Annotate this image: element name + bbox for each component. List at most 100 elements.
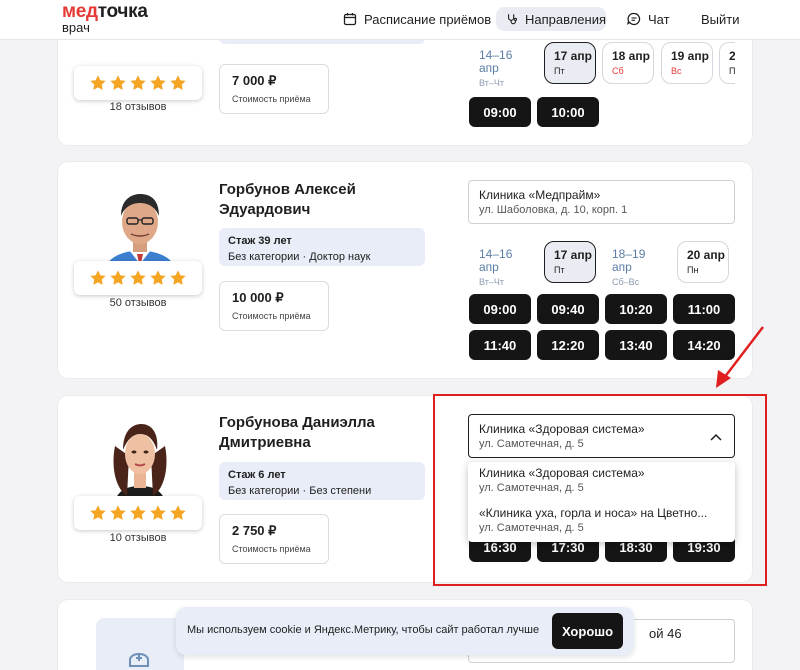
nav-chat-label: Чат (648, 11, 670, 27)
doctor-avatar-icon (129, 653, 149, 667)
doctor-name-line-2: Эдуардович (219, 201, 311, 218)
weekday-label: Вт–Чт (479, 277, 504, 287)
price-box: 7 000 ₽ Стоимость приёма (219, 64, 329, 114)
star-icon (170, 270, 186, 285)
clinic-name: Клиника «Медпрайм» (479, 188, 601, 202)
star-icon (90, 270, 106, 285)
reviews-count[interactable]: 18 отзывов (74, 101, 202, 113)
date-label: 20 апр (687, 248, 725, 262)
date-button[interactable]: 2 П (719, 42, 735, 84)
chat-icon (627, 12, 641, 26)
rating-stars (74, 496, 202, 530)
clinic-address: ул. Шаболовка, д. 10, корп. 1 (479, 204, 628, 216)
star-icon (90, 75, 106, 90)
nav-chat[interactable]: Чат (627, 7, 670, 31)
cookie-accept-button[interactable]: Хорошо (552, 613, 623, 649)
star-icon (110, 270, 126, 285)
weekday-label: Сб–Вс (612, 277, 640, 287)
nav-schedule[interactable]: Расписание приёмов (343, 7, 491, 31)
star-icon (130, 75, 146, 90)
nav-logout-label: Выйти (701, 11, 740, 27)
time-slot[interactable]: 10:00 (537, 97, 599, 127)
star-icon (110, 75, 126, 90)
weekday-label: П (729, 66, 735, 76)
time-slot[interactable]: 09:00 (469, 97, 531, 127)
date-range-button[interactable]: 14–16 апр Вт–Чт (470, 241, 522, 288)
price-value: 7 000 ₽ (232, 73, 277, 88)
experience-box: Стаж 39 лет Без категории · Доктор наук (219, 228, 425, 266)
weekday-label: Пт (554, 265, 565, 275)
time-slot[interactable]: 09:00 (469, 294, 531, 324)
cookie-text: Мы используем cookie и Яндекс.Метрику, ч… (187, 624, 540, 636)
doctor-photo (93, 416, 188, 506)
experience-box: Стаж 6 лет Без категории · Без степени (219, 462, 425, 500)
doctor-name-line-1: Горбунов Алексей (219, 181, 356, 198)
weekday-label: Вт–Чт (479, 78, 504, 88)
date-label: 19 апр (671, 49, 709, 63)
price-box: 10 000 ₽ Стоимость приёма (219, 281, 329, 331)
star-icon (150, 270, 166, 285)
date-range-button[interactable]: 14–16 апр Вт–Чт (470, 42, 522, 89)
date-button[interactable]: 18 апр Сб (602, 42, 654, 84)
price-value: 2 750 ₽ (232, 523, 277, 538)
weekday-label: Пт (554, 66, 565, 76)
cookie-banner: Мы используем cookie и Яндекс.Метрику, ч… (176, 607, 634, 655)
reviews-count[interactable]: 10 отзывов (74, 532, 202, 544)
date-button[interactable]: 19 апр Вс (661, 42, 713, 84)
time-slot[interactable]: 11:40 (469, 330, 531, 360)
date-button-selected[interactable]: 17 апр Пт (544, 42, 596, 84)
doctor-photo-placeholder (96, 618, 184, 670)
date-label: 2 (729, 50, 735, 63)
weekday-label: Сб (612, 66, 624, 76)
date-button-selected[interactable]: 17 апр Пт (544, 241, 596, 283)
time-slot[interactable]: 12:20 (537, 330, 599, 360)
date-label: 14–16 апр (479, 247, 513, 274)
star-icon (130, 270, 146, 285)
rating-stars (74, 66, 202, 100)
star-icon (170, 505, 186, 520)
annotation-highlight-box (433, 394, 767, 586)
date-label: 18–19 апр (612, 247, 646, 274)
price-label: Стоимость приёма (232, 94, 311, 104)
date-button[interactable]: 20 апр Пн (677, 241, 729, 283)
experience-label: Стаж 6 лет (228, 469, 286, 481)
nav-logout[interactable]: Выйти (701, 7, 740, 31)
nav-schedule-label: Расписание приёмов (364, 11, 492, 27)
time-slot[interactable]: 10:20 (605, 294, 667, 324)
price-box: 2 750 ₽ Стоимость приёма (219, 514, 329, 564)
price-value: 10 000 ₽ (232, 290, 284, 305)
reviews-count[interactable]: 50 отзывов (74, 297, 202, 309)
rating-stars (74, 261, 202, 295)
star-icon (130, 505, 146, 520)
logo-part-2: точка (97, 1, 148, 22)
clinic-select[interactable]: Клиника «Медпрайм» ул. Шаболовка, д. 10,… (468, 180, 735, 224)
price-label: Стоимость приёма (232, 311, 311, 321)
weekday-label: Вс (671, 66, 682, 76)
category-label: Без категории · Без степени (228, 485, 372, 497)
category-label: Без категории · Доктор наук (228, 251, 371, 263)
doctor-name[interactable]: Горбунов Алексей Эдуардович (219, 180, 429, 220)
clinic-name-partial: ой 46 (649, 626, 682, 641)
nav-directions[interactable]: Направления (496, 7, 606, 31)
star-icon (170, 75, 186, 90)
date-label: 17 апр (554, 248, 592, 262)
star-icon (150, 75, 166, 90)
stethoscope-icon (508, 14, 518, 25)
doctor-name[interactable]: Горбунова Даниэлла Дмитриевна (219, 413, 429, 453)
star-icon (150, 505, 166, 520)
date-label: 14–16 апр (479, 48, 513, 75)
calendar-icon (343, 13, 357, 26)
doctor-card-2: 50 отзывов Горбунов Алексей Эдуардович С… (58, 162, 752, 378)
logo[interactable]: медточка врач (62, 2, 148, 34)
logo-part-1: мед (62, 1, 98, 22)
weekday-label: Пн (687, 265, 699, 275)
date-label: 18 апр (612, 49, 650, 63)
top-header: медточка врач Расписание приёмов Направл… (0, 0, 800, 40)
star-icon (110, 505, 126, 520)
nav-directions-label: Направления (524, 11, 606, 27)
time-slot[interactable]: 13:40 (605, 330, 667, 360)
logo-subtitle: врач (62, 20, 90, 35)
doctor-name-line-2: Дмитриевна (219, 434, 311, 451)
time-slot[interactable]: 09:40 (537, 294, 599, 324)
date-range-button[interactable]: 18–19 апр Сб–Вс (603, 241, 667, 288)
